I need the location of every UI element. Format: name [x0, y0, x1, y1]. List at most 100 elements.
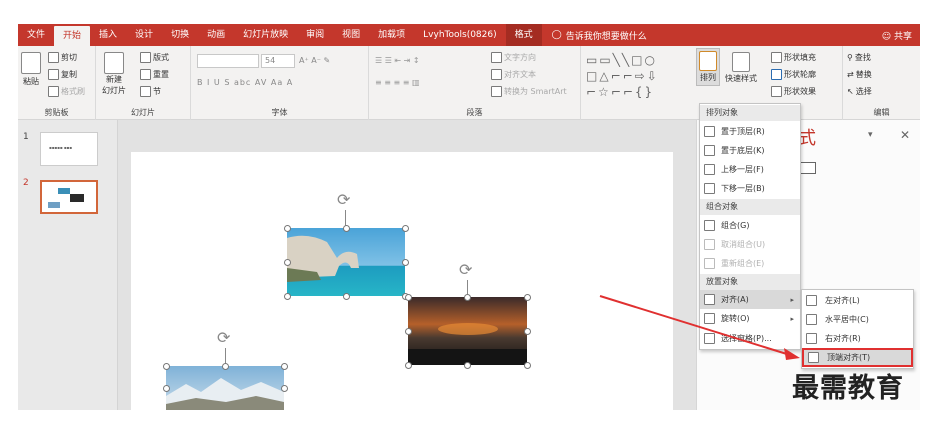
- text-direction-button[interactable]: 文字方向: [491, 52, 536, 63]
- align-right-item[interactable]: 右对齐(R): [802, 329, 913, 348]
- resize-handle[interactable]: [342, 224, 350, 232]
- align-item[interactable]: 对齐(A) ▸: [700, 290, 800, 309]
- picture-mountains[interactable]: [166, 366, 284, 410]
- bring-forward-label: 上移一层(F): [721, 165, 764, 174]
- find-button[interactable]: ⚲ 查找: [847, 52, 871, 63]
- smartart-button[interactable]: 转换为 SmartArt: [491, 86, 567, 97]
- resize-handle[interactable]: [162, 362, 170, 370]
- shape-outline-button[interactable]: 形状轮廓: [771, 69, 816, 80]
- copy-button[interactable]: 复制: [48, 69, 77, 80]
- ungroup-item[interactable]: 取消组合(U): [700, 235, 800, 254]
- group-item[interactable]: 组合(G): [700, 216, 800, 235]
- tab-review[interactable]: 审阅: [297, 24, 333, 46]
- resize-handle[interactable]: [404, 293, 412, 301]
- send-backward-label: 下移一层(B): [721, 184, 765, 193]
- align-left-item[interactable]: 左对齐(L): [802, 291, 913, 310]
- reset-button[interactable]: 重置: [140, 69, 169, 80]
- resize-handle[interactable]: [221, 362, 229, 370]
- resize-handle[interactable]: [280, 384, 288, 392]
- slide-2-thumbnail[interactable]: [40, 180, 98, 214]
- resize-handle[interactable]: [342, 292, 350, 300]
- shape-effects-button[interactable]: 形状效果: [771, 86, 816, 97]
- regroup-item[interactable]: 重新组合(E): [700, 254, 800, 273]
- pane-options-dropdown[interactable]: ▾: [868, 130, 873, 140]
- tab-addins[interactable]: 加载项: [369, 24, 414, 46]
- cut-button[interactable]: 剪切: [48, 52, 77, 63]
- send-backward-item[interactable]: 下移一层(B): [700, 179, 800, 198]
- align-top-item[interactable]: 顶端对齐(T): [802, 348, 913, 367]
- resize-handle[interactable]: [283, 258, 291, 266]
- tab-design[interactable]: 设计: [126, 24, 162, 46]
- align-label: 对齐(A): [721, 295, 749, 304]
- tab-view[interactable]: 视图: [333, 24, 369, 46]
- paste-label: 粘贴: [23, 77, 39, 86]
- rotate-handle-icon[interactable]: ⟳: [459, 260, 472, 279]
- bring-to-front-item[interactable]: 置于顶层(R): [700, 122, 800, 141]
- resize-handle[interactable]: [283, 224, 291, 232]
- watermark-logo: 最需教育: [792, 373, 904, 404]
- resize-handle[interactable]: [401, 258, 409, 266]
- resize-handle[interactable]: [404, 327, 412, 335]
- font-name-box[interactable]: [197, 54, 259, 68]
- resize-handle[interactable]: [464, 293, 471, 301]
- select-button[interactable]: ↖ 选择: [847, 86, 872, 97]
- bring-forward-icon: [704, 164, 715, 175]
- rotate-handle-icon[interactable]: ⟳: [217, 328, 230, 347]
- section-button[interactable]: 节: [140, 86, 161, 97]
- font-style-buttons[interactable]: B I U S abc AV Aa A: [197, 78, 293, 87]
- tab-file[interactable]: 文件: [18, 24, 54, 46]
- font-grow-shrink[interactable]: A⁺ A⁻ ✎: [299, 56, 330, 65]
- rotate-item[interactable]: 旋转(O) ▸: [700, 309, 800, 328]
- share-button[interactable]: ☺ 共享: [882, 29, 920, 42]
- quick-styles-button[interactable]: 快速样式: [725, 52, 757, 84]
- shape-effects-label: 形状效果: [784, 87, 816, 96]
- shape-fill-button[interactable]: 形状填充: [771, 52, 816, 63]
- tab-animations[interactable]: 动画: [198, 24, 234, 46]
- tab-insert[interactable]: 插入: [90, 24, 126, 46]
- list-buttons[interactable]: ☰ ☰ ⇤ ⇥ ↕: [375, 56, 420, 65]
- replace-button[interactable]: ⇄ 替换: [847, 69, 872, 80]
- align-center-label: 水平居中(C): [825, 315, 869, 324]
- tab-home[interactable]: 开始: [54, 26, 91, 46]
- ribbon-tab-bar: 文件 开始 插入 设计 切换 动画 幻灯片放映 审阅 视图 加载项 LvyhTo…: [18, 24, 920, 46]
- arrange-button[interactable]: 排列: [696, 48, 720, 86]
- resize-handle[interactable]: [523, 327, 531, 335]
- resize-handle[interactable]: [162, 384, 170, 392]
- shape-outline-label: 形状轮廓: [784, 70, 816, 79]
- new-slide-button[interactable]: 新建 幻灯片: [102, 52, 126, 96]
- close-icon[interactable]: ✕: [900, 128, 910, 142]
- resize-handle[interactable]: [523, 361, 531, 369]
- tab-lvyhtools[interactable]: LvyhTools(0826): [414, 24, 505, 46]
- resize-handle[interactable]: [283, 292, 291, 300]
- picture-icon[interactable]: [800, 162, 816, 174]
- slide-1-thumbnail[interactable]: ▪▪▪▪▪ ▪▪▪: [40, 132, 98, 166]
- resize-handle[interactable]: [404, 361, 412, 369]
- send-to-back-item[interactable]: 置于底层(K): [700, 141, 800, 160]
- paste-button[interactable]: 粘贴: [21, 52, 41, 87]
- format-painter-button[interactable]: 格式刷: [48, 86, 85, 97]
- rotate-handle-icon[interactable]: ⟳: [337, 190, 350, 209]
- alignment-buttons[interactable]: ≡ ≡ ≡ ≡ ▥: [375, 78, 420, 87]
- tab-slideshow[interactable]: 幻灯片放映: [234, 24, 297, 46]
- tell-me-search[interactable]: ◯ 告诉我你想要做什么: [552, 29, 647, 42]
- resize-handle[interactable]: [401, 224, 409, 232]
- font-size-box[interactable]: 54: [261, 54, 295, 68]
- regroup-label: 重新组合(E): [721, 259, 765, 268]
- resize-handle[interactable]: [464, 361, 471, 369]
- align-center-item[interactable]: 水平居中(C): [802, 310, 913, 329]
- picture-sunset[interactable]: [408, 297, 527, 365]
- resize-handle[interactable]: [523, 293, 531, 301]
- tab-format[interactable]: 格式: [505, 24, 542, 46]
- align-text-button[interactable]: 对齐文本: [491, 69, 536, 80]
- text-direction-icon: [491, 52, 502, 63]
- picture-sea-arch[interactable]: [287, 228, 405, 296]
- layout-button[interactable]: 版式: [140, 52, 169, 63]
- resize-handle[interactable]: [280, 362, 288, 370]
- selection-pane-item[interactable]: 选择窗格(P)...: [700, 329, 800, 348]
- shapes-gallery[interactable]: ▭▭╲╲□○ □△⌐⌐⇨⇩ ⌐☆⌐⌐{}: [586, 52, 692, 102]
- tab-transitions[interactable]: 切换: [162, 24, 198, 46]
- bring-forward-item[interactable]: 上移一层(F): [700, 160, 800, 179]
- paragraph-group: ☰ ☰ ⇤ ⇥ ↕ ≡ ≡ ≡ ≡ ▥ 文字方向 对齐文本 转换为 SmartA…: [369, 46, 581, 120]
- send-back-label: 置于底层(K): [721, 146, 765, 155]
- quick-styles-label: 快速样式: [725, 74, 757, 83]
